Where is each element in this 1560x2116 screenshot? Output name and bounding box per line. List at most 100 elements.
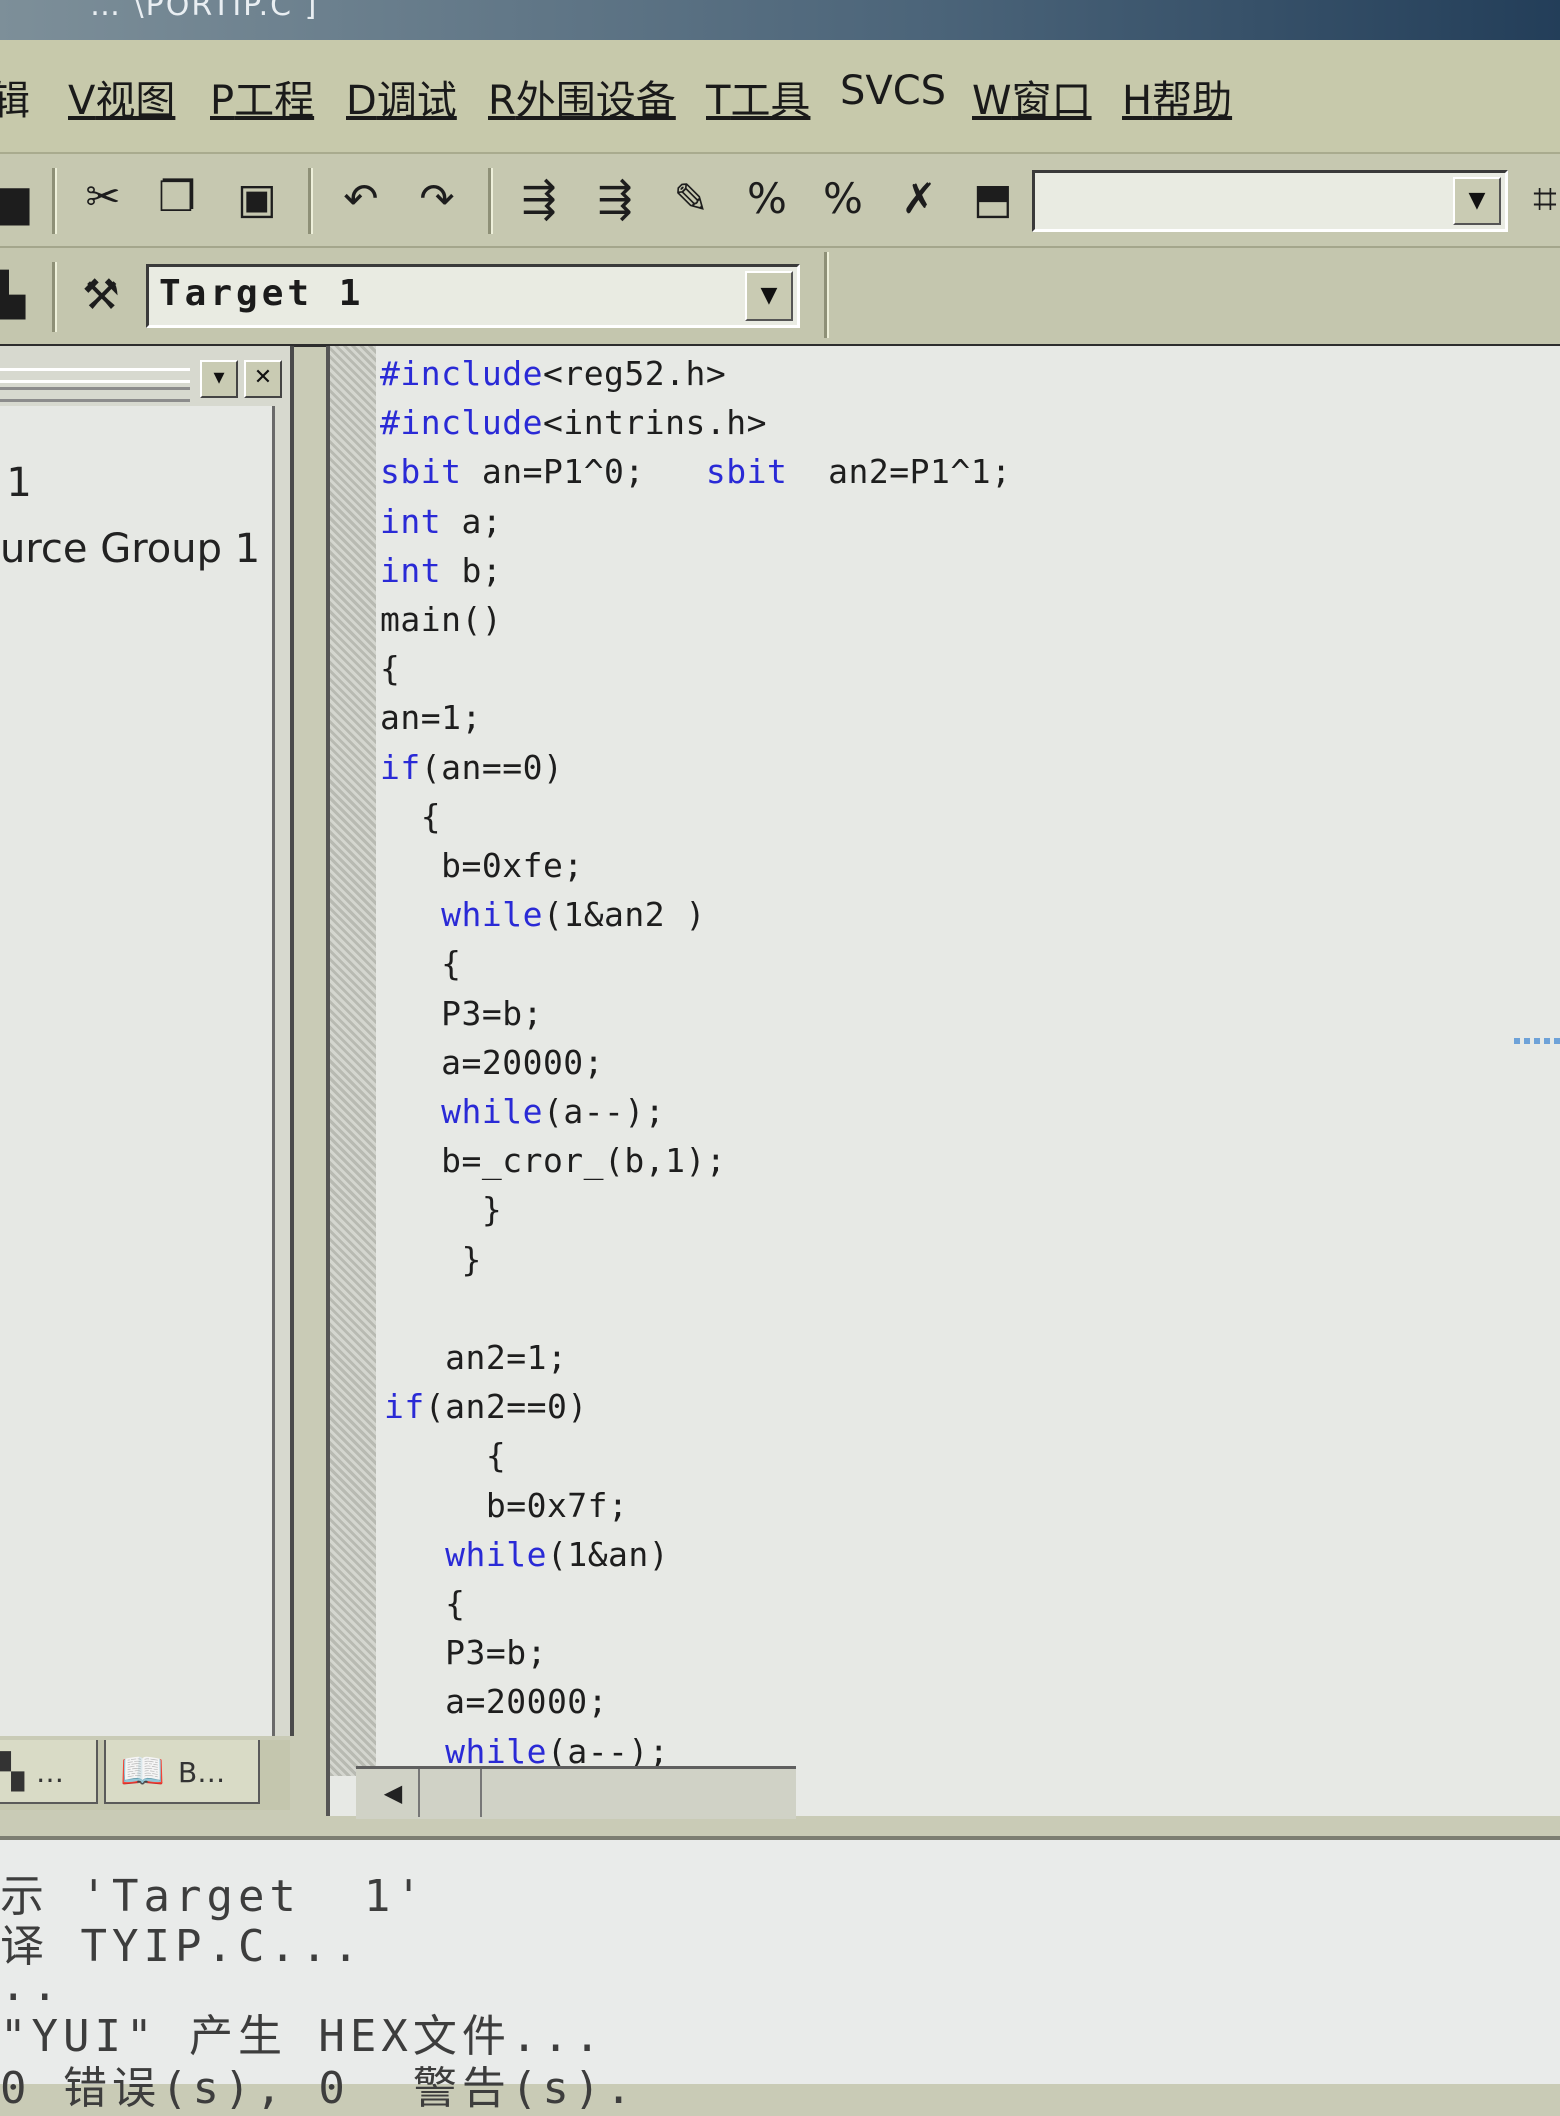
file-toolbar: ▆ ✂ ❐ ▣ ↶ ↷ ⇶ ⇶ ✎ % % ✗ ⬒ ▼ ⌗ bbox=[0, 154, 1560, 248]
tab-books-label: B… bbox=[178, 1756, 226, 1789]
next-bookmark-icon[interactable]: % bbox=[740, 172, 794, 226]
tab-books[interactable]: 📖 B… bbox=[104, 1740, 260, 1804]
menu-item[interactable]: 辑 bbox=[0, 68, 30, 126]
code-line[interactable]: #include<intrins.h> bbox=[380, 403, 767, 442]
panel-dropdown-icon[interactable]: ▾ bbox=[200, 360, 238, 398]
window-title-bar: … \PORTIP.C ] bbox=[0, 0, 1560, 40]
code-line[interactable]: P3=b; bbox=[380, 994, 543, 1033]
toolbar-separator bbox=[308, 168, 313, 234]
save-icon[interactable]: ▆ bbox=[0, 174, 40, 228]
code-line[interactable]: { bbox=[384, 1436, 506, 1475]
chevron-down-icon[interactable]: ▼ bbox=[745, 271, 793, 321]
menu-item[interactable]: R外围设备 bbox=[488, 68, 676, 126]
code-line[interactable]: sbit an=P1^0; sbit an2=P1^1; bbox=[380, 452, 1011, 491]
code-line[interactable]: int a; bbox=[380, 502, 502, 541]
tree-item-target[interactable]: t 1 bbox=[0, 460, 32, 506]
output-line: 0 错误(s), 0 警告(s). bbox=[0, 2063, 637, 2114]
cut-icon[interactable]: ✂ bbox=[76, 170, 130, 224]
copy-icon[interactable]: ❐ bbox=[150, 170, 204, 224]
code-line[interactable]: while(a--); bbox=[380, 1092, 665, 1131]
code-keyword: sbit bbox=[705, 452, 788, 492]
find-in-files-icon[interactable]: ⬒ bbox=[966, 172, 1020, 226]
menu-item[interactable]: W窗口 bbox=[972, 68, 1092, 126]
redo-icon[interactable]: ↷ bbox=[410, 172, 464, 226]
scroll-thumb[interactable] bbox=[420, 1769, 482, 1817]
code-line[interactable]: main() bbox=[380, 600, 502, 639]
tree-item-source-group[interactable]: urce Group 1 bbox=[0, 526, 260, 572]
tab-project[interactable]: ▚ … bbox=[0, 1740, 98, 1804]
code-line[interactable]: b=0xfe; bbox=[380, 846, 584, 885]
undo-icon[interactable]: ↶ bbox=[334, 172, 388, 226]
code-line[interactable]: a=20000; bbox=[380, 1043, 604, 1082]
code-line[interactable]: while(1&an) bbox=[384, 1535, 669, 1574]
code-area[interactable]: #include<reg52.h> #include<intrins.h> sbit… bbox=[380, 346, 1560, 1771]
paste-icon[interactable]: ▣ bbox=[230, 172, 284, 226]
code-keyword: while bbox=[441, 895, 543, 935]
bookmark-icon[interactable]: ✎ bbox=[664, 172, 718, 226]
code-text: (a--); bbox=[542, 1092, 666, 1131]
menu-label: 工程 bbox=[234, 78, 315, 124]
wand-icon[interactable]: ⚒ bbox=[74, 268, 128, 322]
code-line[interactable]: } bbox=[380, 1190, 502, 1229]
window-title: … \PORTIP.C ] bbox=[90, 0, 319, 23]
target-combo[interactable]: Target 1 ▼ bbox=[146, 264, 800, 328]
code-text: { bbox=[384, 1584, 466, 1623]
build-toolbar: ▙ ⚒ Target 1 ▼ bbox=[0, 248, 1560, 347]
menu-item[interactable]: V视图 bbox=[68, 68, 175, 126]
menu-accelerator: V bbox=[68, 78, 96, 124]
code-text: } bbox=[380, 1239, 482, 1279]
code-text: b=0x7f; bbox=[384, 1485, 629, 1525]
code-line[interactable]: { bbox=[384, 1584, 465, 1623]
build-icon[interactable]: ▙ bbox=[0, 268, 36, 322]
target-combo-value: Target 1 bbox=[159, 273, 365, 314]
find-combo[interactable]: ▼ bbox=[1032, 170, 1508, 232]
code-text: an2=1; bbox=[384, 1338, 568, 1377]
code-line[interactable]: P3=b; bbox=[384, 1633, 547, 1672]
menu-label: 辑 bbox=[0, 78, 30, 124]
code-line[interactable]: while(a--); bbox=[384, 1732, 669, 1771]
code-line[interactable]: a=20000; bbox=[384, 1682, 608, 1721]
edge-marker bbox=[1514, 1038, 1560, 1044]
code-line[interactable]: if(an2==0) bbox=[384, 1387, 588, 1426]
code-line[interactable]: b=0x7f; bbox=[384, 1486, 628, 1525]
code-line[interactable]: if(an==0) bbox=[380, 748, 563, 787]
code-keyword: while bbox=[445, 1534, 547, 1574]
code-line[interactable]: { bbox=[380, 797, 441, 836]
code-line[interactable]: an=1; bbox=[380, 698, 482, 737]
code-line[interactable]: while(1&an2 ) bbox=[380, 895, 706, 934]
menu-item[interactable]: P工程 bbox=[210, 68, 314, 126]
chevron-down-icon[interactable]: ▼ bbox=[1453, 177, 1501, 225]
menu-item[interactable]: SVCS bbox=[840, 68, 946, 114]
code-keyword: while bbox=[445, 1731, 547, 1771]
code-line[interactable]: #include<reg52.h> bbox=[380, 354, 726, 393]
menu-label: 工具 bbox=[730, 78, 811, 124]
horizontal-scrollbar[interactable]: ◀ bbox=[356, 1766, 796, 1819]
menu-item[interactable]: T工具 bbox=[706, 68, 810, 126]
code-text: } bbox=[380, 1190, 503, 1230]
code-text: a; bbox=[441, 501, 503, 541]
editor-gutter[interactable] bbox=[330, 346, 376, 1776]
clear-bookmarks-icon[interactable]: ✗ bbox=[892, 172, 946, 226]
panel-grip[interactable] bbox=[0, 380, 190, 402]
menu-item[interactable]: D调试 bbox=[346, 68, 457, 126]
code-line[interactable]: an2=1; bbox=[384, 1338, 567, 1377]
code-text: main() bbox=[380, 600, 503, 639]
binoculars-icon[interactable]: ⌗ bbox=[1518, 172, 1560, 226]
menu-label: SVCS bbox=[840, 68, 947, 114]
code-line[interactable]: b=_cror_(b,1); bbox=[380, 1141, 726, 1180]
menu-item[interactable]: H帮助 bbox=[1122, 68, 1232, 126]
scroll-left-icon[interactable]: ◀ bbox=[368, 1769, 420, 1817]
code-editor[interactable]: #include<reg52.h> #include<intrins.h> sbit… bbox=[326, 346, 1560, 1819]
code-keyword: if bbox=[380, 747, 421, 787]
menu-accelerator: P bbox=[210, 78, 235, 124]
close-icon[interactable]: ✕ bbox=[244, 360, 282, 398]
indent-icon[interactable]: ⇶ bbox=[512, 172, 566, 226]
code-line[interactable]: { bbox=[380, 944, 461, 983]
code-line[interactable]: { bbox=[380, 649, 400, 688]
code-text: { bbox=[380, 944, 462, 984]
code-line[interactable]: int b; bbox=[380, 551, 502, 590]
code-line[interactable]: } bbox=[380, 1240, 482, 1279]
prev-bookmark-icon[interactable]: % bbox=[816, 172, 870, 226]
outdent-icon[interactable]: ⇶ bbox=[588, 172, 642, 226]
